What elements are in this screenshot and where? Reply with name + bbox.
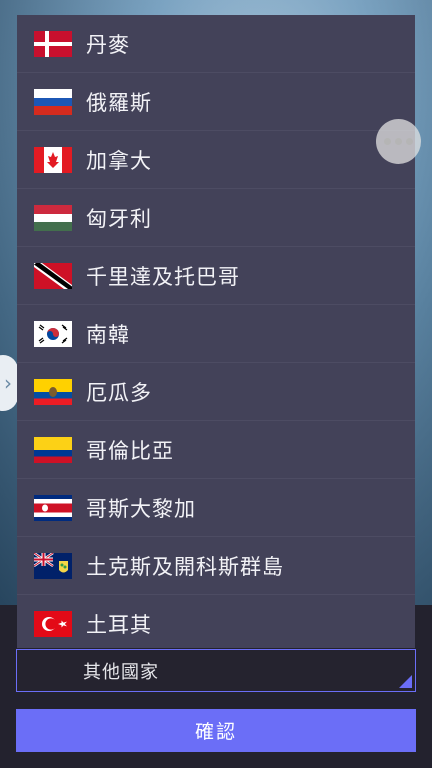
confirm-button[interactable]: 確認 xyxy=(16,709,416,752)
list-item-costa-rica[interactable]: 哥斯大黎加 xyxy=(17,479,415,537)
country-label: 土克斯及開科斯群島 xyxy=(86,554,284,579)
more-options-button[interactable] xyxy=(376,119,421,164)
colombia-flag-icon xyxy=(34,436,72,463)
dot-icon xyxy=(406,138,413,145)
list-item-hungary[interactable]: 匈牙利 xyxy=(17,189,415,247)
country-label: 匈牙利 xyxy=(86,206,152,231)
turks-caicos-flag-icon xyxy=(34,552,72,579)
south-korea-flag-icon xyxy=(34,320,72,347)
country-label: 南韓 xyxy=(86,322,130,347)
denmark-flag-icon xyxy=(34,30,72,57)
list-item-trinidad-tobago[interactable]: 千里達及托巴哥 xyxy=(17,247,415,305)
list-item-ecuador[interactable]: 厄瓜多 xyxy=(17,363,415,421)
costa-rica-flag-icon xyxy=(34,494,72,521)
canada-flag-icon xyxy=(34,146,72,173)
hungary-flag-icon xyxy=(34,204,72,231)
list-item-colombia[interactable]: 哥倫比亞 xyxy=(17,421,415,479)
list-item-russia[interactable]: 俄羅斯 xyxy=(17,73,415,131)
country-label: 丹麥 xyxy=(86,32,130,57)
country-select[interactable]: 其他國家 xyxy=(16,649,416,692)
country-label: 俄羅斯 xyxy=(86,90,152,115)
list-item-south-korea[interactable]: 南韓 xyxy=(17,305,415,363)
list-item-canada[interactable]: 加拿大 xyxy=(17,131,415,189)
list-item-turks-caicos[interactable]: 土克斯及開科斯群島 xyxy=(17,537,415,595)
dropdown-corner-icon xyxy=(399,675,412,688)
country-label: 哥斯大黎加 xyxy=(86,496,196,521)
trinidad-tobago-flag-icon xyxy=(34,262,72,289)
list-item-turkey[interactable]: 土耳其 xyxy=(17,595,415,648)
country-dropdown-list[interactable]: 丹麥 俄羅斯 加拿大 匈牙利 千里達及托巴哥 南韓 厄瓜多 哥倫比亞 哥斯大黎加… xyxy=(17,15,415,648)
list-item-denmark[interactable]: 丹麥 xyxy=(17,15,415,73)
dot-icon xyxy=(384,138,391,145)
country-label: 土耳其 xyxy=(86,612,152,637)
turkey-flag-icon xyxy=(34,610,72,637)
country-label: 千里達及托巴哥 xyxy=(86,264,240,289)
country-select-value: 其他國家 xyxy=(83,661,159,683)
country-label: 哥倫比亞 xyxy=(86,438,174,463)
russia-flag-icon xyxy=(34,88,72,115)
dot-icon xyxy=(395,138,402,145)
ecuador-flag-icon xyxy=(34,378,72,405)
country-label: 厄瓜多 xyxy=(86,380,152,405)
carousel-prev-button[interactable]: › xyxy=(0,355,18,411)
country-label: 加拿大 xyxy=(86,148,152,173)
